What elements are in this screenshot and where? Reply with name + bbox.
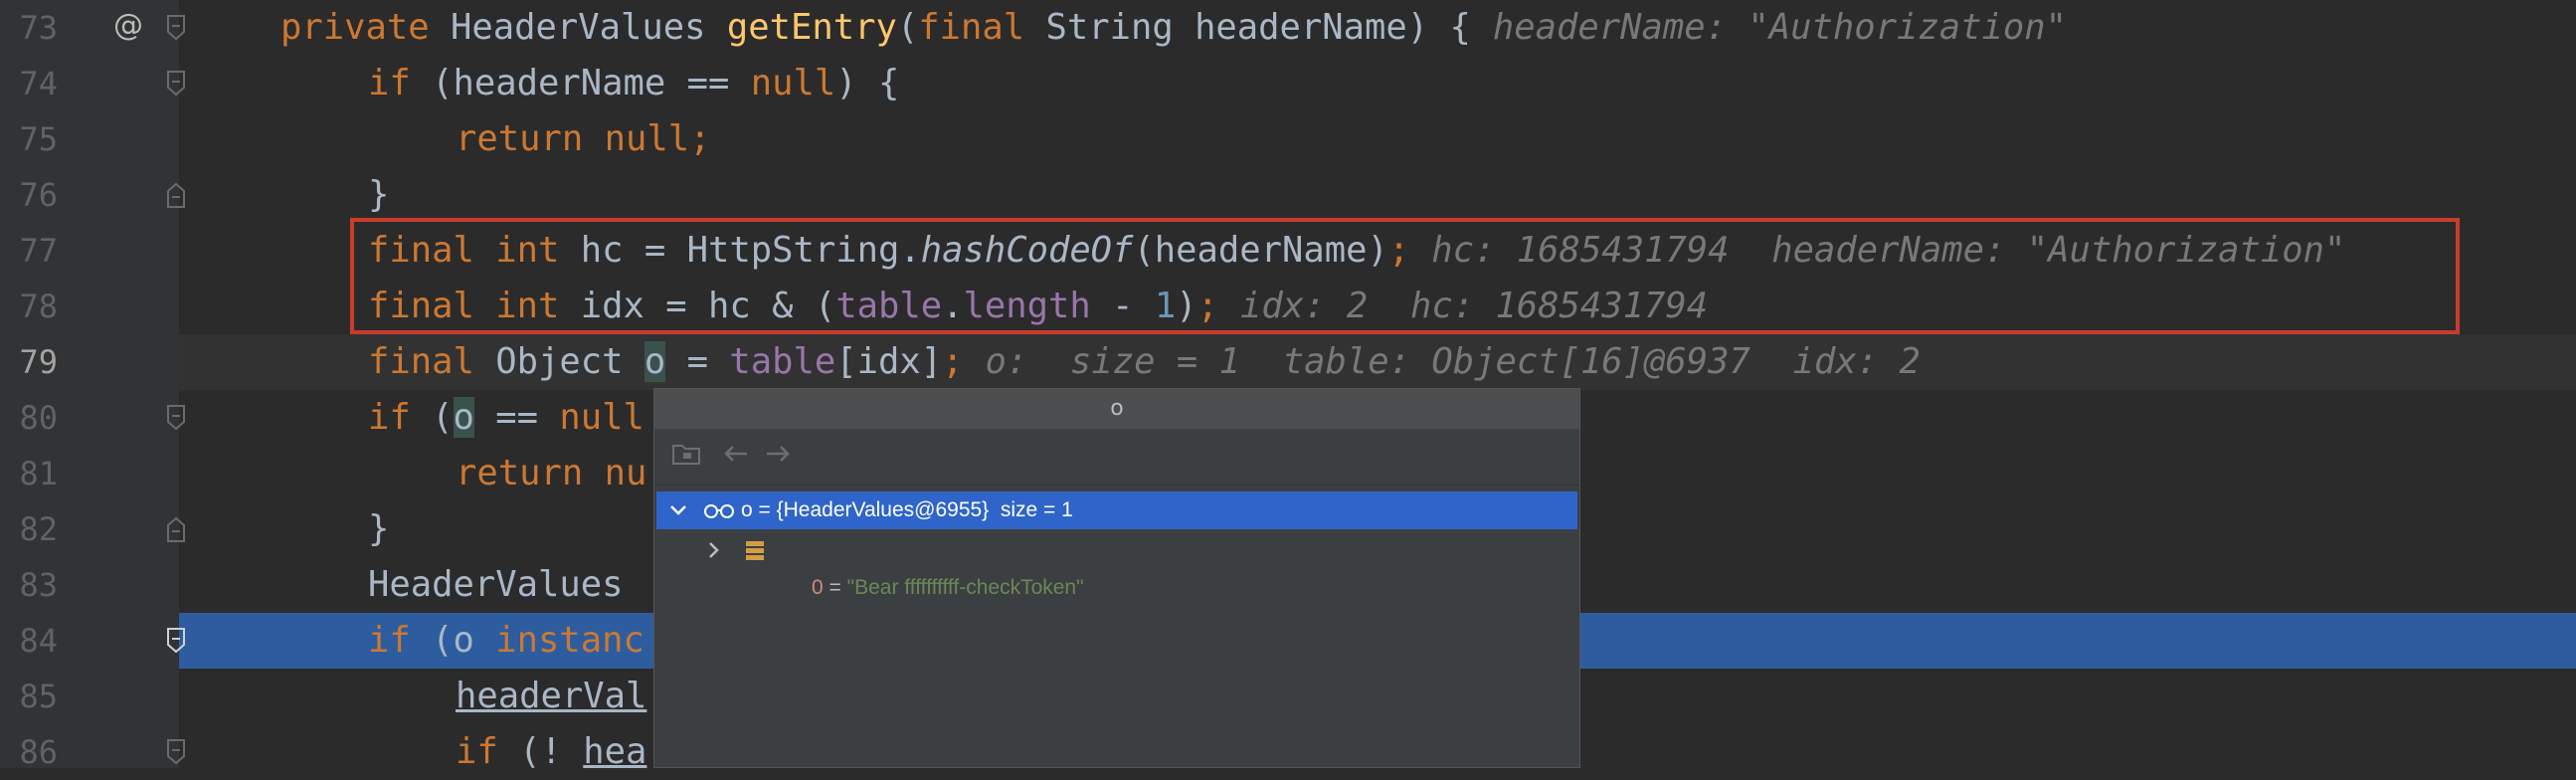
fold-marker-icon[interactable] (165, 70, 187, 98)
code-token: instanc (495, 620, 644, 661)
code-token: return nu (456, 453, 647, 493)
code-token: null (750, 63, 836, 103)
array-element-icon (744, 531, 768, 569)
line-number[interactable]: 81 (0, 446, 58, 501)
element-index: 0 (812, 576, 824, 599)
code-token: o (453, 397, 474, 438)
line-number[interactable]: 85 (0, 669, 58, 724)
code-token: table (729, 341, 836, 382)
code-token: ( (432, 397, 454, 438)
line-number[interactable]: 86 (0, 724, 58, 780)
equals-sign: = (823, 576, 847, 599)
code-text[interactable]: final Object o = table[idx]; o: size = 1 … (368, 334, 1921, 390)
line-number[interactable]: 73 (0, 0, 58, 56)
code-line-background (179, 167, 2576, 223)
code-token: hea (583, 731, 647, 772)
code-text[interactable]: if (! hea (456, 724, 646, 780)
inline-debug-value: headerName: "Authorization" (1492, 7, 2067, 48)
code-text[interactable]: return nu (456, 446, 646, 501)
code-token: final (368, 341, 496, 382)
back-arrow-icon[interactable] (718, 441, 754, 473)
chevron-down-icon[interactable] (668, 491, 688, 529)
code-text[interactable]: HeaderValues (368, 557, 623, 613)
code-text[interactable]: } (368, 501, 389, 557)
chevron-right-icon[interactable] (704, 531, 724, 569)
tree-node-o[interactable]: o = {HeaderValues@6955} size = 1 (656, 491, 1577, 529)
tree-node-label: o = {HeaderValues@6955} size = 1 (741, 498, 1073, 521)
code-token: String headerName) { (1045, 7, 1471, 48)
code-text[interactable]: if (o instanc (368, 613, 644, 669)
code-line[interactable]: 79 final Object o = table[idx]; o: size = … (0, 334, 2576, 390)
code-token: null (559, 397, 644, 438)
code-token: private (280, 7, 451, 48)
line-number[interactable]: 79 (0, 334, 58, 390)
code-text[interactable]: headerVal (456, 669, 646, 724)
line-number[interactable]: 82 (0, 501, 58, 557)
debug-variable-popup[interactable]: o o = {HeaderValues@6955} size = 1 0 = "… (653, 388, 1580, 768)
code-text[interactable]: if (headerName == null) { (368, 56, 899, 111)
code-token: if (368, 620, 433, 661)
code-token: if (456, 731, 520, 772)
fold-marker-icon[interactable] (165, 738, 187, 766)
code-token: = (665, 341, 730, 382)
popup-toolbar (654, 429, 1579, 486)
code-line[interactable]: 74 if (headerName == null) { (0, 56, 2576, 111)
fold-marker-icon[interactable] (165, 627, 187, 655)
inline-debug-value: o: size = 1 table: Object[16]@6937 idx: … (985, 341, 1921, 382)
code-token: ) { (835, 63, 900, 103)
code-text[interactable]: private HeaderValues getEntry(final Stri… (280, 0, 2067, 56)
code-token: ( (896, 7, 919, 48)
code-token: getEntry (726, 7, 897, 48)
code-line[interactable]: 75 return null; (0, 111, 2576, 167)
code-text[interactable]: } (368, 167, 389, 223)
fold-marker-icon[interactable] (165, 404, 187, 432)
code-token: HeaderValues (450, 7, 727, 48)
line-number[interactable]: 74 (0, 56, 58, 111)
element-value: "Bear ffffffffff-checkToken" (846, 576, 1084, 599)
highlight-annotation-box (350, 218, 2460, 334)
line-number[interactable]: 80 (0, 390, 58, 446)
line-number[interactable]: 76 (0, 167, 58, 223)
code-token: ; (942, 341, 964, 382)
line-number[interactable]: 75 (0, 111, 58, 167)
code-token: (headerName == (432, 63, 751, 103)
code-text[interactable]: if (o == null (368, 390, 644, 446)
line-number[interactable]: 84 (0, 613, 58, 669)
code-token: HeaderValues (368, 564, 624, 605)
code-token: headerVal (456, 676, 647, 716)
tree-node-item-0[interactable]: 0 = "Bear ffffffffff-checkToken" (656, 531, 1577, 599)
fold-marker-icon[interactable] (165, 515, 187, 543)
line-number[interactable]: 83 (0, 557, 58, 613)
watch-glasses-icon (702, 491, 738, 529)
code-token: o (644, 341, 666, 382)
line-number[interactable]: 78 (0, 279, 58, 334)
code-line[interactable]: 76} (0, 167, 2576, 223)
code-token: (o (432, 620, 496, 661)
code-token: } (368, 174, 390, 215)
code-token: if (368, 397, 433, 438)
code-token: return null; (456, 118, 711, 159)
code-token: == (473, 397, 560, 438)
code-token: } (368, 508, 390, 549)
override-annotation-icon[interactable]: @ (113, 8, 143, 43)
code-line[interactable]: 73 private HeaderValues getEntry(final St… (0, 0, 2576, 56)
folder-icon[interactable] (668, 441, 704, 473)
code-token: (! (519, 731, 584, 772)
popup-title: o (654, 389, 1579, 429)
code-token: Object (495, 341, 644, 382)
code-text[interactable]: return null; (456, 111, 710, 167)
code-token: [idx] (835, 341, 943, 382)
line-number[interactable]: 77 (0, 223, 58, 279)
fold-marker-icon[interactable] (165, 181, 187, 209)
forward-arrow-icon[interactable] (760, 441, 796, 473)
code-token: final (918, 7, 1046, 48)
code-token: if (368, 63, 433, 103)
fold-marker-icon[interactable] (165, 14, 187, 42)
